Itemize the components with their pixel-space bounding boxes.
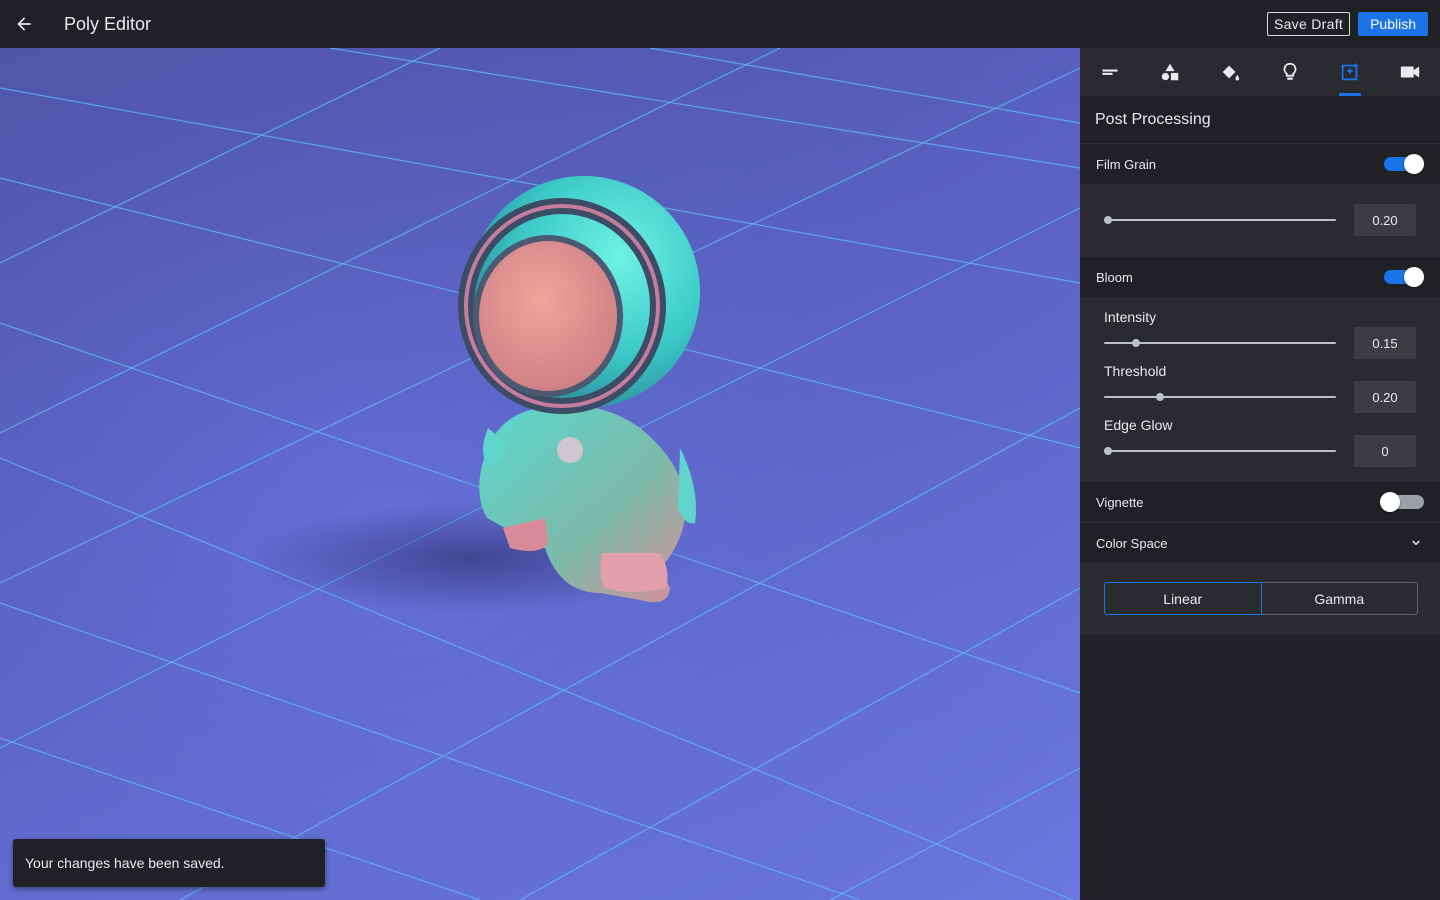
app-title: Poly Editor <box>64 13 152 34</box>
bloom-header: Bloom <box>1080 257 1440 297</box>
threshold-label: Threshold <box>1104 363 1167 379</box>
bloom-label: Bloom <box>1096 269 1133 285</box>
tab-objects[interactable] <box>1140 48 1200 96</box>
film-grain-toggle[interactable] <box>1384 154 1424 174</box>
top-actions: Save Draft Publish <box>1266 12 1428 36</box>
color-space-body: Linear Gamma <box>1080 563 1440 635</box>
film-grain-slider[interactable] <box>1104 212 1336 228</box>
lightbulb-icon <box>1283 62 1297 80</box>
panel-tabs <box>1080 48 1440 96</box>
intensity-value[interactable]: 0.15 <box>1354 327 1416 359</box>
back-button[interactable] <box>0 0 48 48</box>
vignette-toggle[interactable] <box>1380 492 1424 512</box>
bloom-body: Intensity 0.15 Threshold 0.20 Edge Glow … <box>1080 297 1440 482</box>
arrow-back-icon <box>17 17 31 31</box>
intensity-label: Intensity <box>1104 309 1157 325</box>
edge-glow-slider[interactable] <box>1104 443 1336 459</box>
film-grain-value[interactable]: 0.20 <box>1354 204 1416 236</box>
chevron-down-icon[interactable] <box>1408 535 1424 551</box>
panel-title: Post Processing <box>1080 96 1440 144</box>
post-processing-icon <box>1341 62 1359 81</box>
threshold-slider[interactable] <box>1104 389 1336 405</box>
scene-render <box>0 48 1080 900</box>
film-grain-body: 0.20 <box>1080 184 1440 257</box>
publish-button[interactable]: Publish <box>1358 12 1428 36</box>
3d-viewport[interactable]: Your changes have been saved. <box>0 48 1080 900</box>
film-grain-header: Film Grain <box>1080 144 1440 184</box>
color-space-gamma-button[interactable]: Gamma <box>1261 582 1418 615</box>
color-space-label: Color Space <box>1096 535 1168 551</box>
tab-materials[interactable] <box>1200 48 1260 96</box>
vignette-header: Vignette <box>1080 482 1440 522</box>
shapes-icon <box>1161 63 1179 81</box>
top-app-bar: Poly Editor Save Draft Publish <box>0 0 1440 48</box>
toast-notification: Your changes have been saved. <box>13 839 325 887</box>
tab-details[interactable] <box>1080 48 1140 96</box>
bloom-toggle[interactable] <box>1384 267 1424 287</box>
threshold-value[interactable]: 0.20 <box>1354 381 1416 413</box>
paint-bucket-icon <box>1222 65 1240 81</box>
intensity-slider[interactable] <box>1104 335 1336 351</box>
edge-glow-value[interactable]: 0 <box>1354 435 1416 467</box>
subject-icon <box>1102 69 1118 75</box>
vignette-label: Vignette <box>1096 494 1144 510</box>
tab-lighting[interactable] <box>1260 48 1320 96</box>
film-grain-label: Film Grain <box>1096 156 1156 172</box>
properties-panel: Post Processing Film Grain 0.20 Bloom In… <box>1080 48 1440 900</box>
color-space-linear-button[interactable]: Linear <box>1104 582 1262 615</box>
tab-camera[interactable] <box>1380 48 1440 96</box>
save-draft-button[interactable]: Save Draft <box>1266 12 1351 36</box>
tab-post-processing[interactable] <box>1320 48 1380 96</box>
camera-icon <box>1400 66 1420 78</box>
color-space-header[interactable]: Color Space <box>1080 523 1440 563</box>
color-space-segmented: Linear Gamma <box>1104 582 1418 615</box>
edge-glow-label: Edge Glow <box>1104 417 1173 433</box>
